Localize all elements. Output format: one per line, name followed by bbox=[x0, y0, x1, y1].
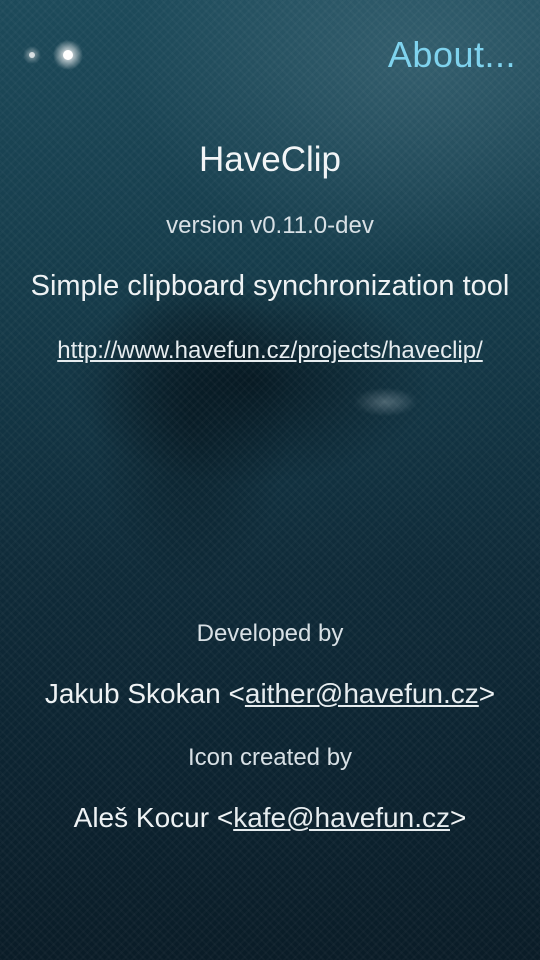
developer-credit: Jakub Skokan <aither@havefun.cz> bbox=[0, 678, 540, 710]
email-close-bracket: > bbox=[449, 802, 467, 833]
page-header-title: About... bbox=[387, 34, 516, 75]
developer-name: Jakub Skokan bbox=[44, 678, 221, 709]
icon-author-email-link[interactable]: kafe@havefun.cz bbox=[233, 802, 450, 833]
email-open-bracket: < bbox=[228, 678, 245, 709]
app-name: HaveClip bbox=[199, 140, 341, 179]
app-version: version v0.11.0-dev bbox=[166, 212, 374, 239]
email-close-bracket: > bbox=[478, 678, 496, 709]
developer-email-link[interactable]: aither@havefun.cz bbox=[245, 678, 479, 709]
developed-by-label: Developed by bbox=[196, 620, 344, 647]
icon-created-by-label: Icon created by bbox=[187, 744, 353, 771]
icon-author-credit: Aleš Kocur <kafe@havefun.cz> bbox=[0, 802, 540, 834]
homepage-row: http://www.havefun.cz/projects/haveclip/ bbox=[0, 337, 540, 365]
homepage-link[interactable]: http://www.havefun.cz/projects/haveclip/ bbox=[57, 337, 483, 364]
email-open-bracket: < bbox=[216, 802, 234, 833]
pulley-menu-indicator-icon[interactable] bbox=[20, 40, 90, 70]
app-description: Simple clipboard synchronization tool bbox=[30, 270, 510, 302]
icon-author-name: Aleš Kocur bbox=[73, 802, 210, 833]
